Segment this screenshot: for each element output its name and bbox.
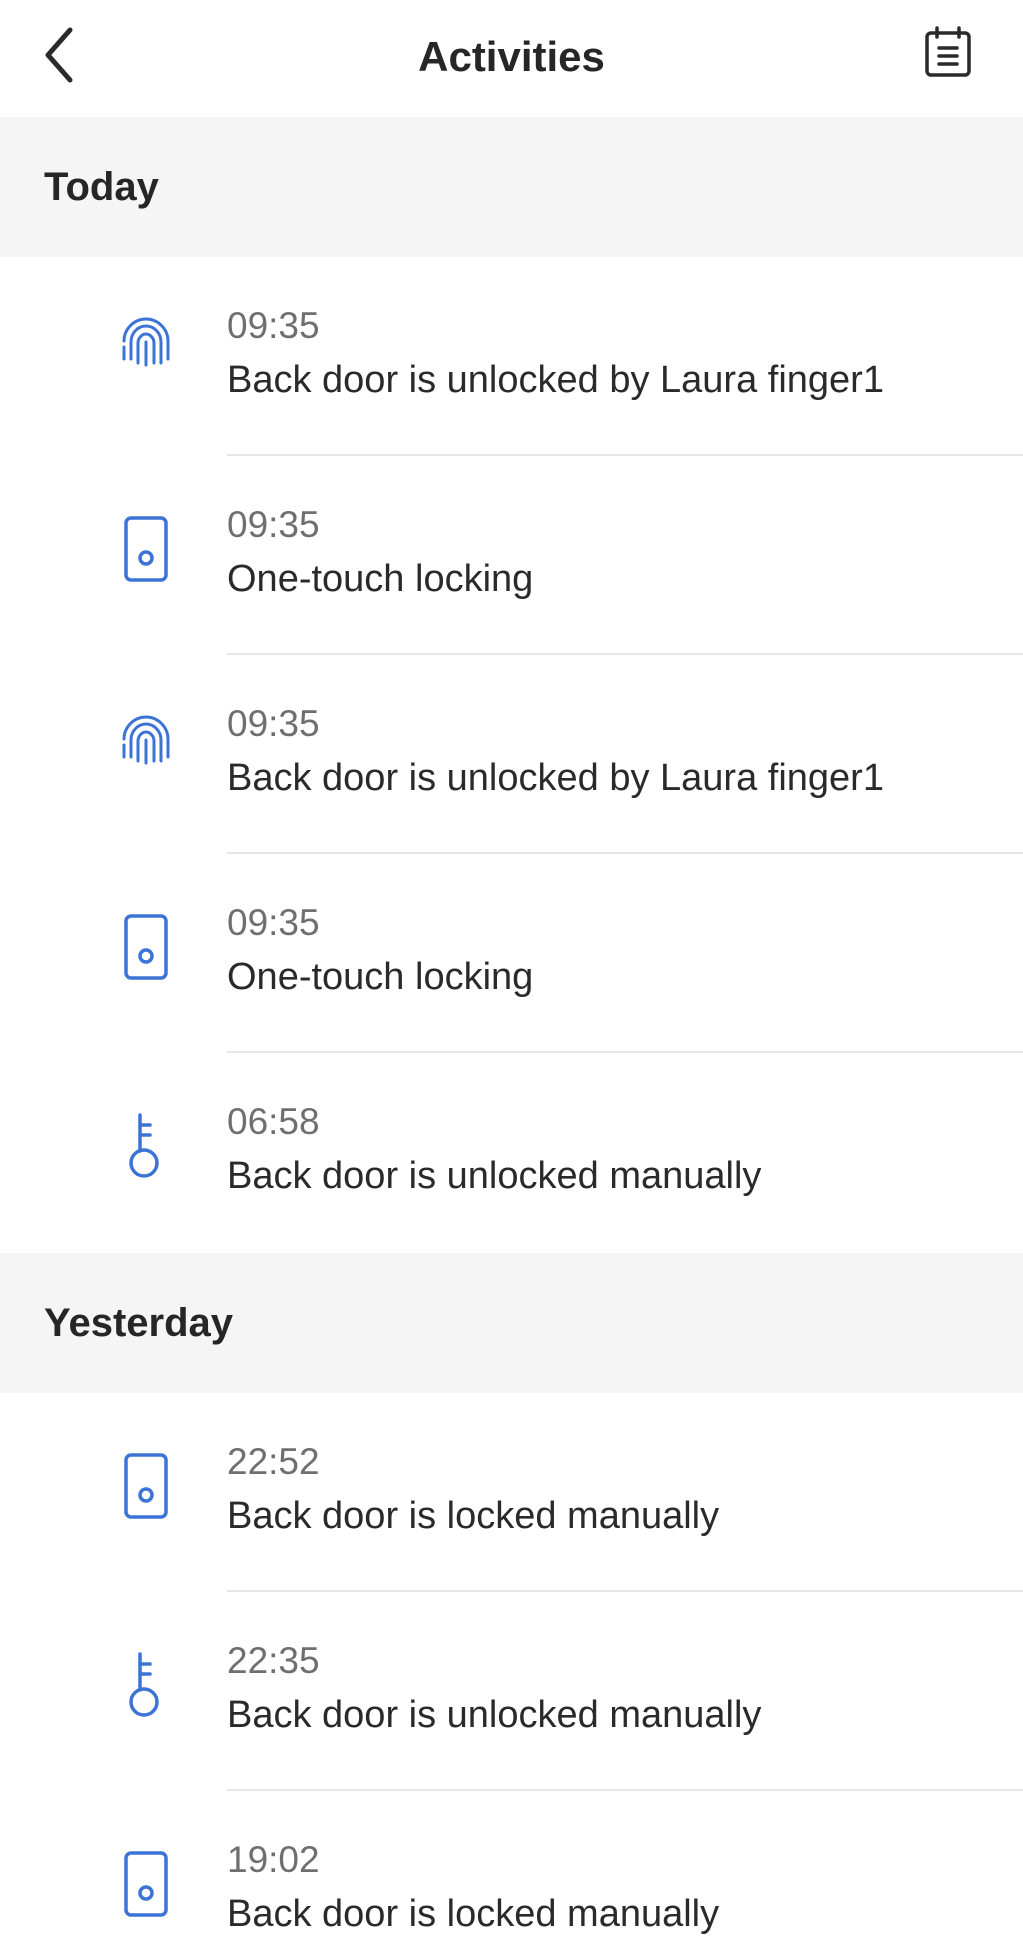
app-header: Activities [0,0,1023,117]
door-lock-icon [112,912,180,992]
activity-description: Back door is unlocked manually [227,1155,762,1197]
activity-time: 09:35 [227,504,320,545]
door-lock-icon [112,1849,180,1929]
section-label: Yesterday [44,1301,234,1345]
chevron-left-icon [45,27,73,83]
activity-time: 09:35 [227,902,320,943]
activity-row[interactable]: 19:02 Back door is locked manually [0,1791,1023,1955]
activity-time: 06:58 [227,1101,320,1142]
activity-description: Back door is unlocked by Laura finger1 [227,757,884,799]
calendar-list-icon [925,26,971,77]
section-header-yesterday: Yesterday [0,1253,1023,1393]
activity-description: One-touch locking [227,956,534,998]
activity-row[interactable]: 22:52 Back door is locked manually [0,1393,1023,1592]
back-button[interactable] [40,20,100,90]
activity-time: 09:35 [227,305,320,346]
calendar-button[interactable] [912,26,984,88]
activity-time: 22:52 [227,1441,320,1482]
activity-description: Back door is locked manually [227,1495,720,1537]
fingerprint-icon [112,713,180,793]
page-title: Activities [418,33,605,80]
key-icon [112,1111,180,1191]
activity-row[interactable]: 06:58 Back door is unlocked manually [0,1053,1023,1252]
activity-time: 09:35 [227,703,320,744]
activity-time: 19:02 [227,1839,320,1880]
section-label: Today [44,165,159,209]
activity-description: One-touch locking [227,558,534,600]
activity-description: Back door is unlocked by Laura finger1 [227,359,884,401]
activity-row[interactable]: 09:35 One-touch locking [0,456,1023,655]
activity-time: 22:35 [227,1640,320,1681]
activity-description: Back door is unlocked manually [227,1694,762,1736]
activity-description: Back door is locked manually [227,1893,720,1935]
door-lock-icon [112,514,180,594]
activity-row[interactable]: 09:35 Back door is unlocked by Laura fin… [0,655,1023,854]
activity-row[interactable]: 09:35 Back door is unlocked by Laura fin… [0,257,1023,456]
fingerprint-icon [112,315,180,395]
activity-row[interactable]: 22:35 Back door is unlocked manually [0,1592,1023,1791]
activity-row[interactable]: 09:35 One-touch locking [0,854,1023,1053]
section-header-today: Today [0,117,1023,257]
door-lock-icon [112,1451,180,1531]
key-icon [112,1650,180,1730]
